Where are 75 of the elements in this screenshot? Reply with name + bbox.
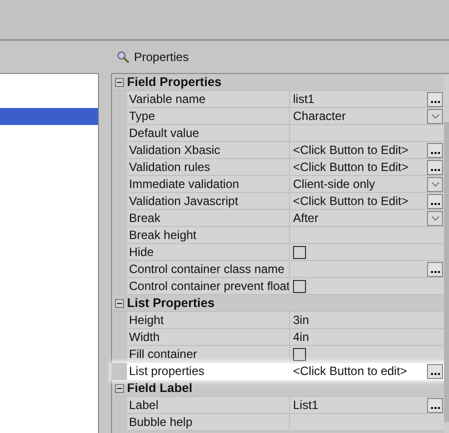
value-cell[interactable]: 3in: [290, 312, 444, 329]
property-name[interactable]: Bubble help: [127, 414, 290, 431]
property-value[interactable]: <Click Button to Edit>: [293, 160, 408, 174]
property-name[interactable]: Validation Xbasic: [127, 142, 290, 159]
value-cell[interactable]: [290, 414, 444, 431]
property-value[interactable]: list1: [293, 92, 314, 106]
ellipsis-icon: [430, 168, 440, 172]
ellipsis-button[interactable]: [427, 92, 443, 106]
ellipsis-icon: [430, 372, 440, 376]
property-value[interactable]: After: [293, 211, 318, 225]
value-cell[interactable]: [290, 125, 444, 142]
scrollbar[interactable]: [444, 74, 449, 433]
ellipsis-button[interactable]: [427, 194, 443, 208]
caret-icon: [430, 182, 440, 186]
caret-icon: [430, 216, 440, 220]
property-name[interactable]: Break: [127, 210, 290, 227]
property-value[interactable]: Character: [293, 109, 346, 123]
checkbox[interactable]: [293, 280, 306, 292]
value-cell[interactable]: 4in: [290, 329, 444, 346]
property-name[interactable]: Height: [127, 312, 290, 329]
value-cell[interactable]: list1: [290, 91, 444, 108]
value-cell[interactable]: [290, 227, 444, 244]
checkbox[interactable]: [293, 348, 306, 360]
property-name[interactable]: Width: [127, 329, 290, 346]
property-name[interactable]: List properties: [127, 363, 290, 380]
value-cell[interactable]: <Click Button to Edit>: [290, 159, 444, 176]
property-name[interactable]: Control container class name: [127, 261, 290, 278]
ellipsis-icon: [430, 270, 440, 274]
search-icon: [117, 51, 129, 63]
panel-title: Properties: [134, 50, 189, 64]
value-cell[interactable]: [290, 244, 444, 261]
property-name[interactable]: Variable name: [127, 91, 290, 108]
value-cell[interactable]: <Click Button to Edit>: [290, 142, 444, 159]
value-cell[interactable]: Character: [290, 108, 444, 125]
value-cell[interactable]: [290, 346, 444, 363]
ellipsis-button[interactable]: [427, 398, 443, 412]
group-header: Field Label: [127, 381, 192, 395]
property-value[interactable]: 3in: [293, 313, 310, 327]
checkbox[interactable]: [293, 246, 306, 258]
group-header: List Properties: [127, 296, 215, 310]
value-cell[interactable]: [290, 261, 444, 278]
ellipsis-button[interactable]: [427, 142, 443, 158]
property-name[interactable]: Break height: [127, 227, 290, 244]
value-cell[interactable]: Client-side only: [290, 176, 444, 193]
property-value[interactable]: 4in: [293, 330, 310, 344]
property-name[interactable]: Fill container: [127, 346, 290, 363]
value-cell[interactable]: After: [290, 210, 444, 227]
collapse-icon[interactable]: [115, 384, 124, 392]
ellipsis-icon: [430, 406, 440, 410]
collapse-icon[interactable]: [115, 298, 124, 308]
ellipsis-button[interactable]: [427, 262, 443, 276]
property-name[interactable]: Default value: [127, 125, 290, 142]
property-value[interactable]: <Click Button to Edit>: [293, 194, 408, 208]
property-name[interactable]: Immediate validation: [127, 176, 290, 193]
value-cell[interactable]: <Click Button to Edit>: [290, 193, 444, 210]
property-value[interactable]: Client-side only: [293, 177, 376, 191]
value-cell[interactable]: <Click Button to edit>: [290, 363, 444, 380]
property-name[interactable]: Hide: [127, 244, 290, 261]
property-value[interactable]: <Click Button to Edit>: [293, 143, 408, 157]
group-header: Field Properties: [127, 75, 222, 89]
property-name[interactable]: Label: [127, 397, 290, 414]
ellipsis-icon: [430, 152, 440, 154]
caret-icon: [430, 114, 440, 118]
ellipsis-button[interactable]: [427, 364, 443, 378]
ellipsis-button[interactable]: [427, 160, 443, 174]
property-name[interactable]: Validation rules: [127, 159, 290, 176]
ellipsis-icon: [430, 202, 440, 206]
collapse-icon[interactable]: [115, 78, 124, 86]
value-cell[interactable]: List1: [290, 397, 444, 414]
property-value[interactable]: <Click Button to edit>: [293, 364, 408, 378]
property-name[interactable]: Validation Javascript: [127, 193, 290, 210]
value-cell[interactable]: [290, 278, 444, 295]
property-name[interactable]: Type: [127, 108, 290, 125]
property-value[interactable]: List1: [293, 398, 318, 412]
ellipsis-icon: [430, 100, 440, 104]
